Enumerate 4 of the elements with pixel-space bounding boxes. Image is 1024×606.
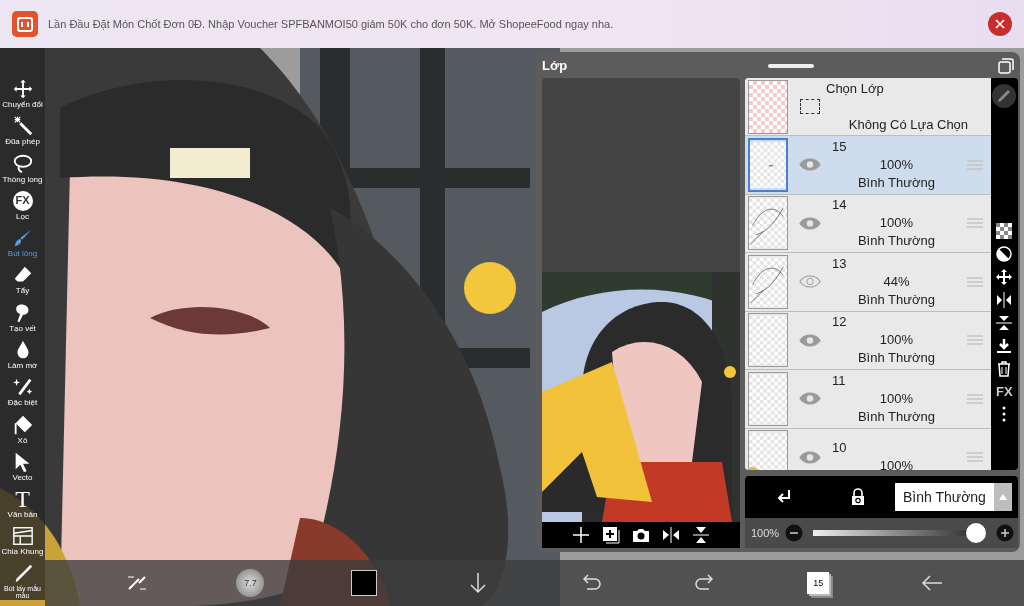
app-logo-icon	[12, 11, 38, 37]
close-button[interactable]	[988, 12, 1012, 36]
close-icon	[995, 19, 1005, 29]
ad-message: Lần Đầu Đặt Món Chốt Đơn 0Đ. Nhập Voucher SPFBANMOI50 giảm 50K cho đơn 50K. Mở ShopeeFood ngay nha.	[48, 18, 615, 30]
